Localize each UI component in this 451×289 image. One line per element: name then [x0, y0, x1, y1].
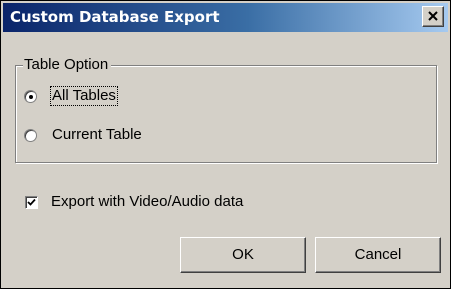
close-icon — [428, 11, 438, 21]
export-video-audio-label[interactable]: Export with Video/Audio data — [51, 193, 243, 211]
ok-button[interactable]: OK — [180, 237, 306, 273]
window-title: Custom Database Export — [10, 8, 220, 26]
close-button[interactable] — [422, 6, 444, 27]
radio-all-tables[interactable]: All Tables — [24, 86, 118, 106]
custom-database-export-dialog: Custom Database Export Table Option All … — [0, 0, 451, 289]
all-tables-label[interactable]: All Tables — [50, 86, 118, 106]
radio-dot — [29, 94, 33, 99]
cancel-button[interactable]: Cancel — [315, 237, 441, 273]
all-tables-radio-button[interactable] — [24, 89, 37, 103]
table-option-group — [15, 65, 437, 163]
title-bar[interactable]: Custom Database Export — [3, 3, 448, 32]
export-video-audio-checkbox[interactable] — [25, 195, 38, 209]
checkmark-icon — [27, 198, 36, 206]
radio-current-table[interactable]: Current Table — [24, 126, 143, 144]
current-table-label[interactable]: Current Table — [51, 126, 143, 144]
table-option-legend: Table Option — [23, 56, 112, 73]
current-table-radio-button[interactable] — [24, 128, 37, 142]
export-video-audio-checkbox-row[interactable]: Export with Video/Audio data — [25, 193, 243, 211]
